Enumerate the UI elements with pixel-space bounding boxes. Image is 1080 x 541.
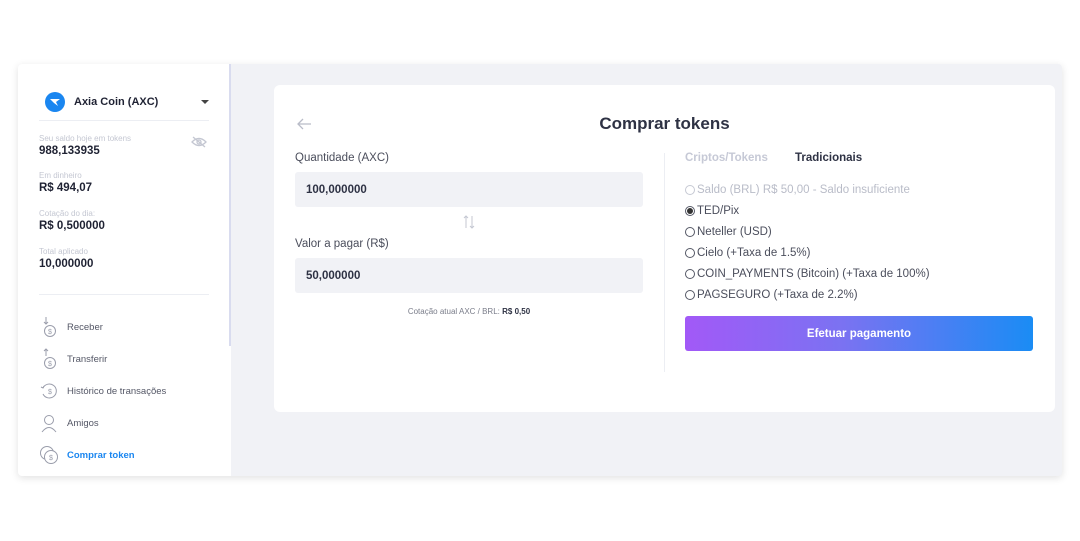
chevron-down-icon xyxy=(201,100,209,104)
radio-button[interactable] xyxy=(685,227,695,237)
stat-total-invested: Total aplicado 10,000000 xyxy=(39,247,93,270)
sidebar-divider xyxy=(39,120,209,121)
axia-coin-logo-icon xyxy=(45,92,65,112)
tab-traditional[interactable]: Tradicionais xyxy=(795,152,862,164)
payment-option-label: Cielo (+Taxa de 1.5%) xyxy=(697,247,811,259)
buy-token-icon: $ xyxy=(39,444,59,466)
payment-option-cielo[interactable]: Cielo (+Taxa de 1.5%) xyxy=(685,246,810,260)
svg-text:$: $ xyxy=(48,329,52,336)
receive-icon: $ xyxy=(39,316,59,338)
transfer-icon: $ xyxy=(39,348,59,370)
rate-note-value: R$ 0,50 xyxy=(502,307,531,316)
payment-option-label: TED/Pix xyxy=(697,205,740,217)
radio-button-selected[interactable] xyxy=(685,206,695,216)
stat-label: Total aplicado xyxy=(39,247,88,256)
stat-token-balance: Seu saldo hoje em tokens 988,133935 xyxy=(39,134,131,157)
payment-option-neteller[interactable]: Neteller (USD) xyxy=(685,225,772,239)
radio-button[interactable] xyxy=(685,290,695,300)
coin-selector[interactable]: Axia Coin (AXC) xyxy=(45,90,209,114)
sidebar-divider xyxy=(39,294,209,295)
sidebar-item-label: Amigos xyxy=(67,417,99,429)
eye-off-icon[interactable] xyxy=(191,136,207,148)
stat-label: Em dinheiro xyxy=(39,171,82,180)
history-icon: $ xyxy=(39,380,59,402)
coin-name: Axia Coin (AXC) xyxy=(74,96,159,108)
sidebar-item-label: Receber xyxy=(67,321,103,333)
payment-option-label: COIN_PAYMENTS (Bitcoin) (+Taxa de 100%) xyxy=(697,268,930,280)
payment-option-coin-payments[interactable]: COIN_PAYMENTS (Bitcoin) (+Taxa de 100%) xyxy=(685,267,930,281)
stat-label: Cotação do dia: xyxy=(39,209,96,218)
stat-cash: Em dinheiro R$ 494,07 xyxy=(39,171,92,194)
svg-text:$: $ xyxy=(48,389,52,396)
stat-label: Seu saldo hoje em tokens xyxy=(39,134,132,143)
sidebar-item-label: Comprar token xyxy=(67,449,135,461)
app-window: Axia Coin (AXC) Seu saldo hoje em tokens… xyxy=(18,64,1062,476)
quantity-input[interactable] xyxy=(295,172,643,207)
sidebar-item-historico[interactable]: $ Histórico de transações xyxy=(39,379,166,403)
sidebar-item-amigos[interactable]: Amigos xyxy=(39,411,99,435)
quantity-label: Quantidade (AXC) xyxy=(295,152,389,164)
radio-button[interactable] xyxy=(685,185,695,195)
rate-note: Cotação atual AXC / BRL: R$ 0,50 xyxy=(295,307,643,316)
buy-tokens-card: Comprar tokens Quantidade (AXC) Valor a … xyxy=(274,85,1055,412)
payment-option-label: PAGSEGURO (+Taxa de 2.2%) xyxy=(697,289,858,301)
stat-value: 10,000000 xyxy=(39,258,94,270)
payment-option-label: Saldo (BRL) R$ 50,00 - Saldo insuficient… xyxy=(697,184,910,196)
column-divider xyxy=(664,153,665,372)
sidebar-item-label: Transferir xyxy=(67,353,108,365)
sidebar-item-comprar-token[interactable]: $ Comprar token xyxy=(39,443,135,467)
rate-note-prefix: Cotação atual AXC / BRL: xyxy=(407,307,500,316)
stat-daily-rate: Cotação do dia: R$ 0,500000 xyxy=(39,209,105,232)
friends-icon xyxy=(39,412,59,434)
radio-button[interactable] xyxy=(685,248,695,258)
payment-option-ted-pix[interactable]: TED/Pix xyxy=(685,204,739,218)
swap-icon[interactable] xyxy=(463,214,475,230)
tab-cryptos[interactable]: Criptos/Tokens xyxy=(685,152,768,164)
sidebar-item-label: Histórico de transações xyxy=(67,385,167,397)
sidebar-item-transferir[interactable]: $ Transferir xyxy=(39,347,107,371)
payment-option-pagseguro[interactable]: PAGSEGURO (+Taxa de 2.2%) xyxy=(685,288,858,302)
sidebar-item-receber[interactable]: $ Receber xyxy=(39,315,103,339)
stat-value: R$ 0,500000 xyxy=(39,220,105,232)
page-title: Comprar tokens xyxy=(599,114,730,133)
pay-button[interactable]: Efetuar pagamento xyxy=(685,316,1033,351)
payment-option-balance[interactable]: Saldo (BRL) R$ 50,00 - Saldo insuficient… xyxy=(685,183,910,197)
amount-label: Valor a pagar (R$) xyxy=(295,238,389,250)
stat-value: 988,133935 xyxy=(39,145,100,157)
payment-option-label: Neteller (USD) xyxy=(697,226,772,238)
sidebar: Axia Coin (AXC) Seu saldo hoje em tokens… xyxy=(18,64,231,476)
svg-text:$: $ xyxy=(48,361,52,368)
svg-text:$: $ xyxy=(49,455,53,462)
amount-input[interactable] xyxy=(295,258,643,293)
sidebar-scrollbar[interactable] xyxy=(229,64,231,346)
stat-value: R$ 494,07 xyxy=(39,182,93,194)
radio-button[interactable] xyxy=(685,269,695,279)
